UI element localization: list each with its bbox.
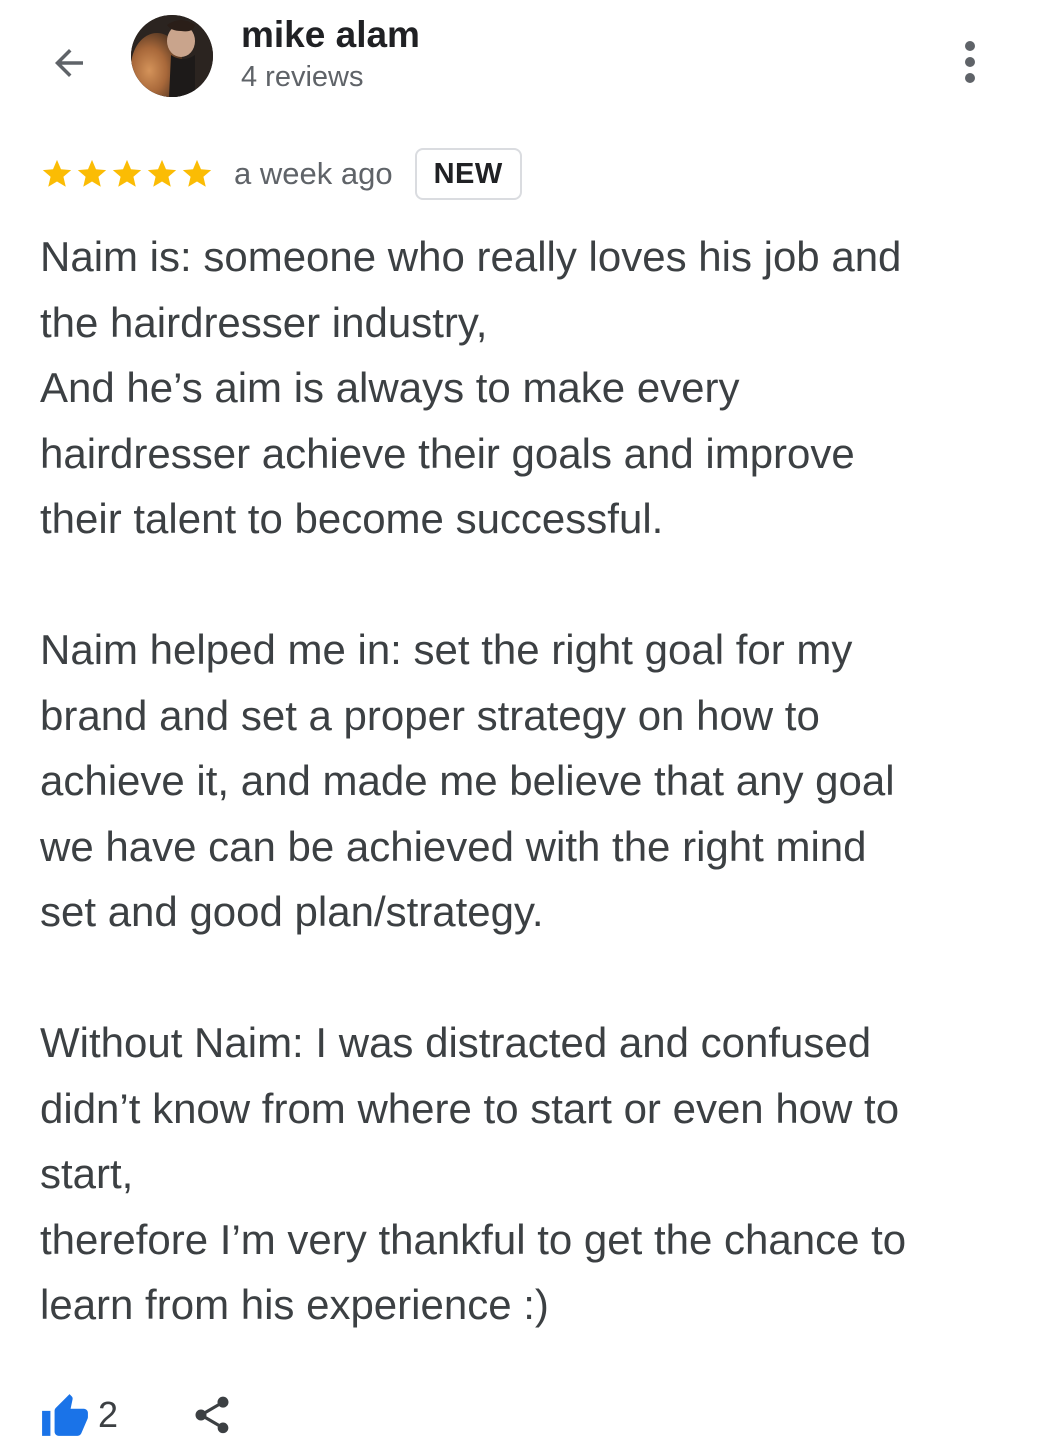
- review-line: set and good plan/strategy.: [40, 888, 544, 935]
- review-line: brand and set a proper strategy on how t…: [40, 691, 820, 739]
- review-line: the hairdresser industry,: [40, 298, 488, 346]
- share-button[interactable]: [190, 1392, 234, 1438]
- star-icon: [147, 159, 177, 187]
- review-paragraph: Naim helped me in: set the right goal fo…: [40, 617, 1015, 945]
- more-vert-icon: [965, 41, 975, 83]
- review-line: Without Naim: I was distracted and confu…: [40, 1019, 872, 1066]
- review-line: Naim helped me in: set the right goal fo…: [40, 626, 853, 673]
- review-line: Naim is: someone who really loves his jo…: [40, 233, 902, 280]
- avatar-photo: [131, 15, 213, 97]
- review-actions: 2: [40, 1390, 234, 1440]
- review-meta: a week ago NEW: [40, 147, 522, 201]
- like-button[interactable]: 2: [40, 1392, 118, 1438]
- review-line: learn from his experience :): [40, 1281, 549, 1328]
- review-paragraph: Without Naim: I was distracted and confu…: [40, 1010, 1015, 1338]
- review-line: hairdresser achieve their goals and impr…: [40, 429, 855, 477]
- review-line: achieve it, and made me believe that any…: [40, 757, 895, 804]
- reviewer-name[interactable]: mike alam: [241, 14, 420, 56]
- review-line: their talent to become successful.: [40, 495, 664, 542]
- star-icon: [112, 159, 142, 187]
- like-count: 2: [98, 1394, 119, 1435]
- review-line: therefore I’m very thankful to get the c…: [40, 1215, 907, 1263]
- more-options-button[interactable]: [948, 36, 992, 88]
- review-header: mike alam 4 reviews: [0, 0, 1042, 120]
- review-line: start,: [40, 1150, 134, 1197]
- review-line: And he’s aim is always to make every: [40, 364, 740, 411]
- star-rating: [40, 157, 214, 191]
- star-icon: [77, 159, 107, 187]
- review-line: didn’t know from where to start or even …: [40, 1084, 900, 1132]
- arrow-back-icon: [55, 49, 83, 77]
- review-paragraph: Naim is: someone who really loves his jo…: [40, 224, 1015, 552]
- reviewer-review-count: 4 reviews: [241, 61, 364, 93]
- new-badge: NEW: [414, 148, 522, 200]
- review-timestamp: a week ago: [234, 156, 393, 191]
- star-icon: [42, 159, 72, 187]
- back-button[interactable]: [44, 38, 94, 88]
- review-text: Naim is: someone who really loves his jo…: [40, 224, 1015, 1338]
- avatar[interactable]: [131, 15, 213, 97]
- review-line: we have can be achieved with the right m…: [40, 822, 867, 870]
- thumb-up-icon: [42, 1394, 88, 1436]
- star-icon: [182, 159, 212, 187]
- share-icon: [195, 1396, 229, 1434]
